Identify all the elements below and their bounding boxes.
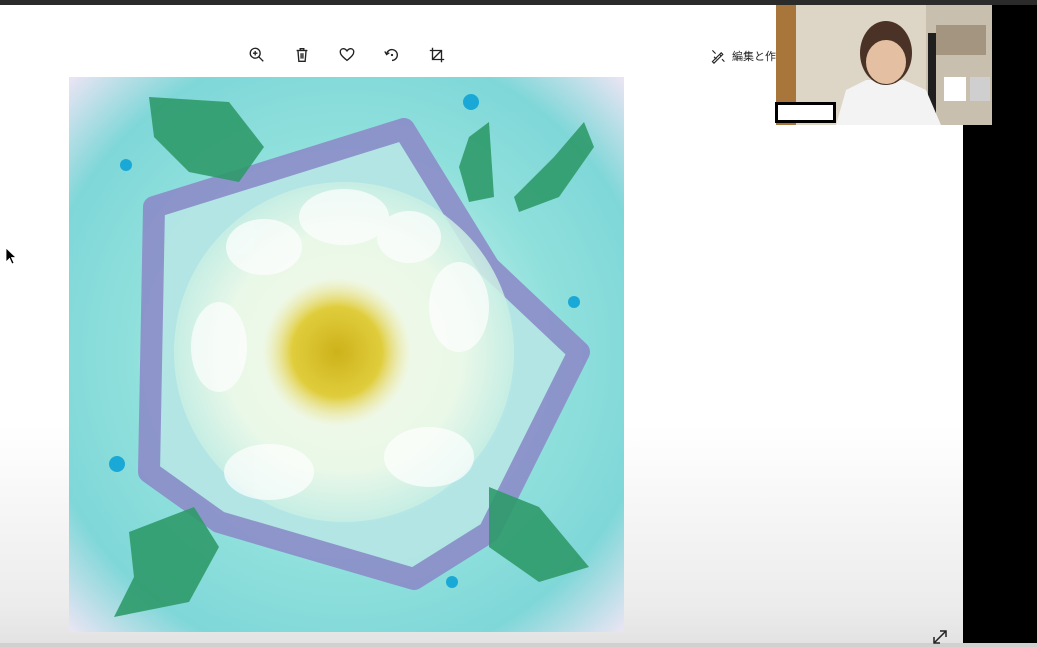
- right-black-area-top: [992, 5, 1037, 125]
- participant-name-label: [775, 102, 836, 123]
- right-black-area: [963, 125, 1037, 647]
- trash-icon: [296, 48, 307, 62]
- zoom-in-button[interactable]: [240, 40, 273, 70]
- rotate-icon: [383, 48, 398, 62]
- expand-icon[interactable]: [930, 627, 950, 647]
- flower-painting-image: [69, 77, 624, 632]
- delete-button[interactable]: [285, 40, 318, 70]
- bottom-edge: [0, 643, 1037, 647]
- zoom-in-icon: [249, 47, 264, 62]
- edit-create-icon: [711, 50, 725, 64]
- crop-icon: [429, 47, 444, 63]
- favorite-button[interactable]: [330, 40, 363, 70]
- heart-icon: [339, 48, 354, 62]
- mouse-cursor-icon: [5, 247, 17, 265]
- rotate-button[interactable]: [375, 40, 408, 70]
- edit-and-create-label: 編集と作成: [732, 50, 780, 63]
- crop-button[interactable]: [420, 40, 453, 70]
- viewer-toolbar: [240, 40, 453, 70]
- edit-and-create-button[interactable]: 編集と作成: [710, 44, 780, 68]
